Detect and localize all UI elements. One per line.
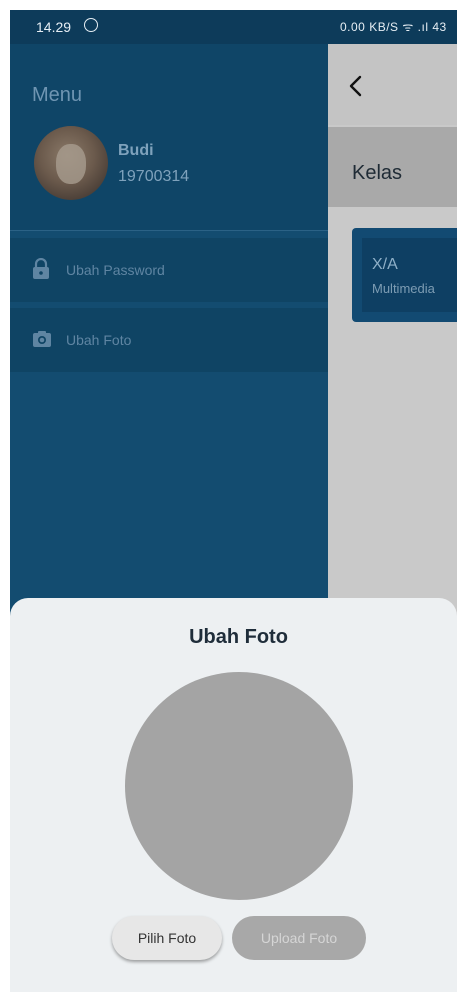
page-title: Kelas (352, 162, 403, 184)
back-arrow-icon[interactable] (346, 74, 368, 98)
status-indicators: 0.00 KB/S ᯤ .ıl 43 (340, 20, 447, 34)
pick-photo-button[interactable]: Pilih Foto (112, 916, 222, 960)
user-id: 19700314 (118, 168, 190, 185)
lock-icon (33, 258, 49, 279)
whatsapp-icon (84, 18, 98, 32)
menu-item-label: Ubah Password (66, 262, 165, 278)
class-subtitle: Multimedia (372, 281, 435, 296)
class-name: X/A (372, 256, 398, 273)
sheet-title: Ubah Foto (189, 626, 288, 648)
class-card-inner (362, 238, 457, 312)
drawer-header: Menu Budi 19700314 (10, 44, 328, 231)
user-name: Budi (118, 142, 154, 159)
photo-preview-placeholder (125, 672, 353, 900)
change-photo-sheet: Ubah Foto Pilih Foto Upload Foto (10, 598, 457, 992)
camera-icon (33, 331, 51, 347)
status-time: 14.29 (36, 19, 72, 35)
menu-item-ubah-password[interactable]: Ubah Password (10, 238, 328, 302)
status-bar: 14.29 0.00 KB/S ᯤ .ıl 43 (10, 10, 457, 44)
menu-item-ubah-foto[interactable]: Ubah Foto (10, 308, 328, 372)
screen: Kelas X/A Multimedia 14.29 0.00 KB/S ᯤ .… (10, 10, 457, 992)
avatar-cat-image (56, 144, 86, 184)
menu-item-label: Ubah Foto (66, 332, 132, 348)
drawer-title: Menu (32, 84, 83, 106)
upload-photo-button[interactable]: Upload Foto (232, 916, 366, 960)
